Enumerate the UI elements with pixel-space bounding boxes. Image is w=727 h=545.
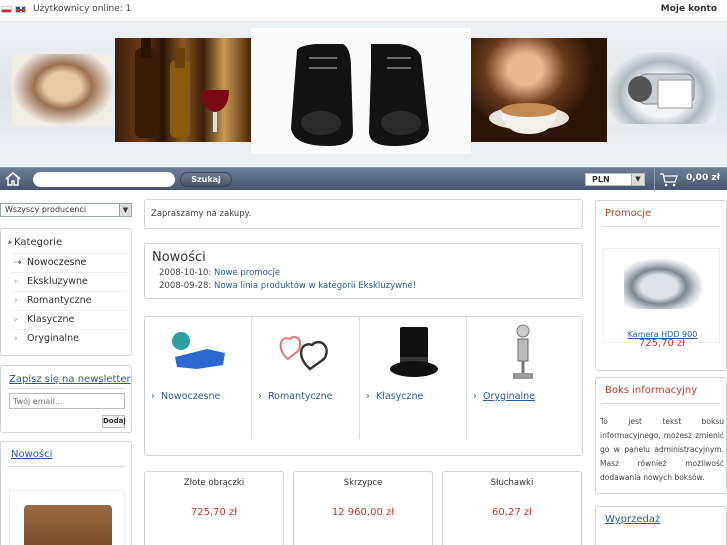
info-title: Boks informacyjny: [605, 385, 698, 396]
camera-photo: [608, 52, 716, 124]
product-card[interactable]: Złote obrączki 725,70 zł: [144, 471, 284, 545]
sidebar-item-ekskluzywne[interactable]: Ekskluzywne: [11, 272, 127, 291]
promotions-title: Promocje: [605, 208, 652, 219]
header-banner: [0, 22, 727, 167]
product-card[interactable]: Słuchawki 60,27 zł: [442, 471, 582, 545]
email-field[interactable]: [9, 393, 125, 409]
categories-title[interactable]: Kategorie: [7, 237, 62, 248]
info-box: Boks informacyjny To jest tekst boksu in…: [595, 377, 727, 494]
newsletter-box: Zapisz się na newsletter Dodaj: [0, 365, 132, 433]
promo-product-price: 725,70 zł: [638, 338, 686, 349]
news-link[interactable]: Nowa linia produktów w kategorii Ekskluz…: [214, 281, 416, 291]
news-box: Nowości 2008-10-10: Nowe promocje 2008-0…: [144, 243, 583, 299]
category-link-nowoczesne[interactable]: Nowoczesne: [151, 391, 220, 402]
bride-photo: [12, 54, 114, 126]
category-link-romantyczne[interactable]: Romantyczne: [258, 391, 333, 402]
product-name[interactable]: Złote obrączki: [145, 478, 283, 488]
glove-icon: [172, 332, 225, 369]
news-link[interactable]: Nowe promocje: [214, 268, 280, 278]
divider: [7, 388, 125, 389]
cart-total[interactable]: 0,00 zł: [686, 173, 720, 183]
news-title: Nowości: [152, 250, 206, 265]
wine-photo: [115, 38, 251, 142]
promo-product-card[interactable]: Kamera HDD 900: [603, 248, 720, 343]
sidebar-item-klasyczne[interactable]: Klasyczne: [11, 310, 127, 329]
product-price: 12 960,00 zł: [331, 507, 395, 518]
subscribe-button[interactable]: Dodaj: [102, 415, 126, 428]
manufacturers-select[interactable]: Wszyscy producenci ▼: [0, 203, 132, 217]
product-card[interactable]: Skrzypce 12 960,00 zł: [293, 471, 433, 545]
info-text: To jest tekst boksu informacyjnego, może…: [600, 417, 724, 482]
category-tile-oryginalne[interactable]: Oryginalne: [467, 317, 582, 439]
product-name[interactable]: Skrzypce: [294, 478, 432, 488]
welcome-box: Zapraszamy na zakupy.: [144, 199, 583, 229]
divider: [602, 403, 720, 404]
category-link-klasyczne[interactable]: Klasyczne: [366, 391, 423, 402]
robot-figure-icon: [513, 324, 533, 379]
search-button[interactable]: Szukaj: [180, 172, 232, 187]
product-name[interactable]: Słuchawki: [443, 478, 581, 488]
product-price: 725,70 zł: [190, 507, 238, 518]
search-input[interactable]: [33, 172, 175, 187]
newsletter-title[interactable]: Zapisz się na newsletter: [9, 374, 131, 385]
users-online-text: Użytkownicy online: 1: [33, 4, 132, 14]
currency-select[interactable]: PLN ▼: [585, 173, 645, 186]
top-hat-icon: [390, 327, 438, 377]
new-products-box: Nowości: [0, 441, 132, 545]
divider: [7, 466, 125, 467]
coffee-photo: [471, 38, 607, 142]
news-date: 2008-10-10:: [159, 268, 212, 278]
english-flag-icon[interactable]: [15, 6, 26, 13]
shoes-photo: [251, 28, 471, 154]
categories-box: Kategorie Nowoczesne Ekskluzywne Romanty…: [0, 228, 132, 356]
sidebar-item-romantyczne[interactable]: Romantyczne: [11, 291, 127, 310]
news-date: 2008-09-28:: [159, 281, 212, 291]
product-price: 60,27 zł: [492, 507, 532, 518]
currency-value: PLN: [592, 175, 610, 184]
hearts-icon: [279, 335, 328, 371]
sale-box: Wyprzedaż: [595, 506, 727, 545]
sidebar-item-nowoczesne[interactable]: Nowoczesne: [11, 253, 127, 272]
category-tiles-box: Nowoczesne Romantyczne Klasyczne Orygina…: [144, 316, 583, 456]
category-link-oryginalne[interactable]: Oryginalne: [473, 391, 535, 402]
camera-product-image[interactable]: [624, 259, 702, 309]
chevron-down-icon[interactable]: ▼: [119, 204, 131, 216]
category-tile-nowoczesne[interactable]: Nowoczesne: [145, 317, 252, 439]
sale-title[interactable]: Wyprzedaż: [605, 514, 660, 525]
navigation-bar: Szukaj PLN ▼ 0,00 zł: [0, 167, 727, 191]
polish-flag-icon[interactable]: [1, 6, 12, 13]
category-tile-romantyczne[interactable]: Romantyczne: [252, 317, 360, 439]
promotions-box: Promocje Kamera HDD 900 725,70 zł: [595, 200, 727, 371]
welcome-text: Zapraszamy na zakupy.: [151, 209, 252, 219]
cart-icon[interactable]: [659, 172, 679, 187]
category-tile-klasyczne[interactable]: Klasyczne: [360, 317, 467, 439]
suitcase-body: [24, 505, 112, 545]
new-products-title[interactable]: Nowości: [11, 449, 52, 460]
news-item: 2008-10-10: Nowe promocje: [159, 268, 280, 278]
suitcase-product-image[interactable]: [9, 490, 125, 545]
divider: [602, 226, 720, 227]
divider: [654, 168, 655, 191]
sidebar-item-oryginalne[interactable]: Oryginalne: [11, 329, 127, 348]
my-account-link[interactable]: Moje konto: [661, 4, 717, 14]
chevron-down-icon[interactable]: ▼: [631, 174, 644, 185]
news-item: 2008-09-28: Nowa linia produktów w kateg…: [159, 281, 416, 291]
top-bar: Użytkownicy online: 1 Moje konto: [0, 0, 727, 22]
manufacturers-select-value: Wszyscy producenci: [5, 205, 87, 214]
home-icon[interactable]: [5, 172, 21, 186]
